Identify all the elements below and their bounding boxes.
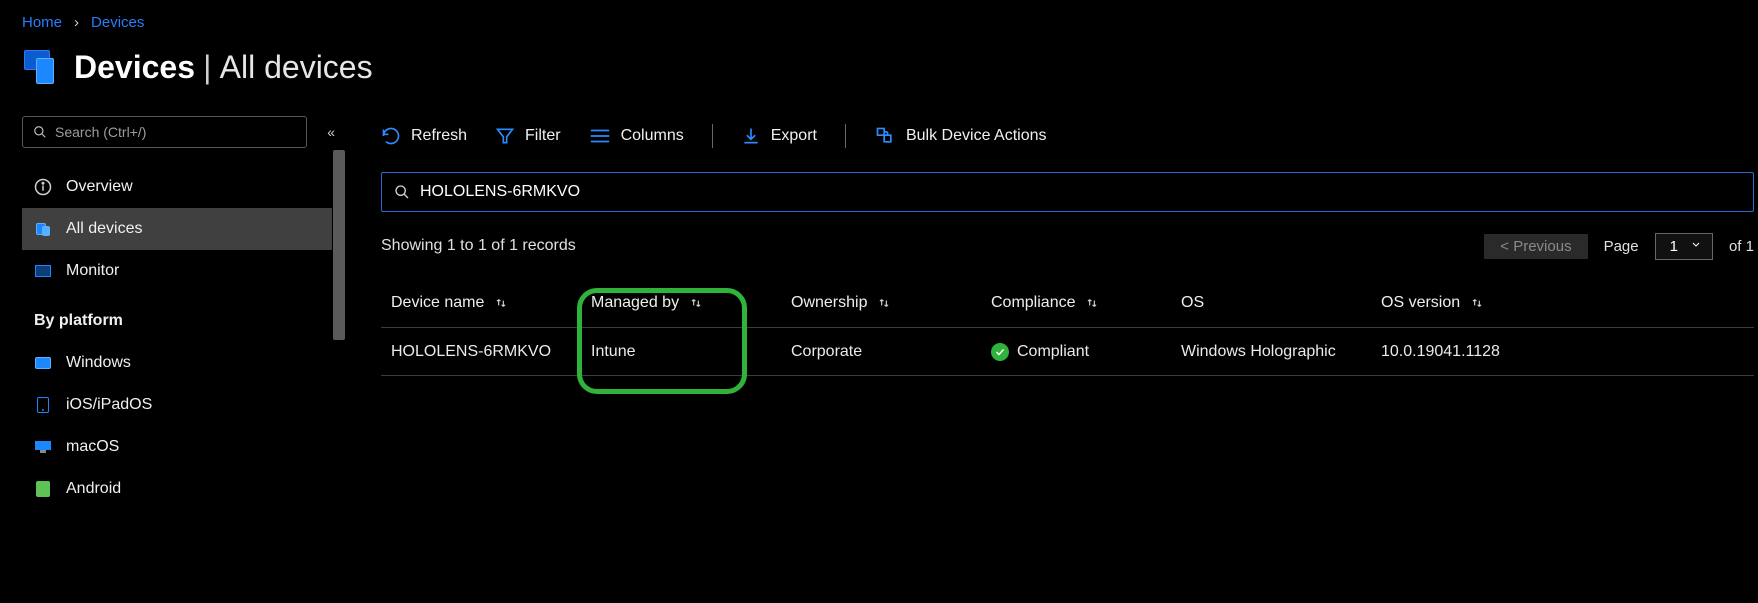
records-status: Showing 1 to 1 of 1 records	[381, 237, 576, 255]
sidebar-item-label: iOS/iPadOS	[66, 396, 152, 414]
sidebar: « Overview All devices Monitor By platfo…	[0, 110, 345, 603]
refresh-label: Refresh	[411, 127, 467, 145]
cell-compliance: Compliant	[991, 343, 1181, 361]
export-button[interactable]: Export	[741, 126, 817, 146]
sidebar-search-input[interactable]	[55, 124, 296, 140]
col-os-version[interactable]: OS version	[1381, 294, 1581, 312]
sort-icon	[492, 296, 510, 310]
sort-icon	[1083, 296, 1101, 310]
breadcrumb-devices[interactable]: Devices	[91, 14, 144, 31]
page-title: Devices | All devices	[0, 36, 1758, 110]
sidebar-item-overview[interactable]: Overview	[22, 166, 332, 208]
chevron-down-icon	[1690, 238, 1702, 255]
sidebar-item-macos[interactable]: macOS	[22, 426, 332, 468]
refresh-button[interactable]: Refresh	[381, 126, 467, 146]
page-title-separator: |	[203, 49, 211, 85]
toolbar-divider	[845, 124, 846, 148]
sidebar-item-label: Monitor	[66, 262, 119, 280]
sidebar-item-label: All devices	[66, 220, 142, 238]
page-title-sub: All devices	[220, 49, 373, 85]
toolbar-divider	[712, 124, 713, 148]
columns-label: Columns	[621, 127, 684, 145]
cell-device-name: HOLOLENS-6RMKVO	[391, 343, 591, 361]
col-device-name[interactable]: Device name	[391, 294, 591, 312]
sidebar-item-monitor[interactable]: Monitor	[22, 250, 332, 292]
bulk-icon	[874, 126, 896, 146]
cell-managed-by: Intune	[591, 343, 791, 361]
table-row[interactable]: HOLOLENS-6RMKVO Intune Corporate Complia…	[381, 328, 1754, 376]
sidebar-item-all-devices[interactable]: All devices	[22, 208, 332, 250]
download-icon	[741, 126, 761, 146]
main-search[interactable]	[381, 172, 1754, 212]
col-label: Device name	[391, 294, 484, 312]
col-label: Compliance	[991, 294, 1075, 312]
sort-icon	[1468, 296, 1486, 310]
breadcrumb-home[interactable]: Home	[22, 14, 62, 31]
sidebar-item-label: Android	[66, 480, 121, 498]
columns-button[interactable]: Columns	[589, 127, 684, 145]
breadcrumb-separator: ›	[74, 14, 79, 31]
col-label: Ownership	[791, 294, 867, 312]
devices-small-icon	[34, 220, 52, 238]
sidebar-item-label: Overview	[66, 178, 133, 196]
export-label: Export	[771, 127, 817, 145]
breadcrumb: Home › Devices	[0, 0, 1758, 36]
filter-label: Filter	[525, 127, 561, 145]
sidebar-search[interactable]	[22, 116, 307, 148]
filter-icon	[495, 126, 515, 146]
tablet-icon	[34, 396, 52, 414]
devices-icon	[22, 48, 60, 86]
page-title-main: Devices	[74, 49, 195, 85]
pager-page-select[interactable]: 1	[1655, 233, 1713, 260]
table-header-row: Device name Managed by Ownership Complia…	[381, 278, 1754, 328]
sort-icon	[687, 296, 705, 310]
windows-icon	[34, 354, 52, 372]
pager: < Previous Page 1 of 1	[1484, 233, 1754, 260]
cell-os: Windows Holographic	[1181, 343, 1381, 361]
pager-page-value: 1	[1670, 238, 1678, 255]
android-icon	[34, 480, 52, 498]
col-managed-by[interactable]: Managed by	[591, 294, 791, 312]
sidebar-item-windows[interactable]: Windows	[22, 342, 332, 384]
col-label: OS	[1181, 294, 1204, 312]
columns-icon	[589, 128, 611, 144]
sidebar-item-android[interactable]: Android	[22, 468, 332, 510]
main-content: Refresh Filter Columns Export Bulk Devic…	[345, 110, 1758, 603]
search-icon	[33, 125, 47, 139]
sidebar-item-ios[interactable]: iOS/iPadOS	[22, 384, 332, 426]
filter-button[interactable]: Filter	[495, 126, 561, 146]
cell-os-version: 10.0.19041.1128	[1381, 343, 1581, 361]
sidebar-collapse-button[interactable]: «	[327, 124, 335, 140]
cell-ownership: Corporate	[791, 343, 991, 361]
col-ownership[interactable]: Ownership	[791, 294, 991, 312]
sidebar-item-label: macOS	[66, 438, 119, 456]
compliant-check-icon	[991, 343, 1009, 361]
sidebar-item-label: Windows	[66, 354, 131, 372]
main-search-input[interactable]	[420, 183, 1741, 201]
sort-icon	[875, 296, 893, 310]
compliance-text: Compliant	[1017, 343, 1089, 361]
bulk-actions-button[interactable]: Bulk Device Actions	[874, 126, 1047, 146]
info-icon	[34, 178, 52, 196]
sidebar-section-by-platform: By platform	[22, 292, 345, 342]
col-os[interactable]: OS	[1181, 294, 1381, 312]
pager-of-label: of 1	[1729, 238, 1754, 255]
col-compliance[interactable]: Compliance	[991, 294, 1181, 312]
col-label: Managed by	[591, 294, 679, 312]
imac-icon	[34, 438, 52, 456]
toolbar: Refresh Filter Columns Export Bulk Devic…	[381, 110, 1754, 162]
devices-table: Device name Managed by Ownership Complia…	[381, 278, 1754, 376]
pager-prev-button[interactable]: < Previous	[1484, 234, 1587, 259]
search-icon	[394, 184, 410, 200]
col-label: OS version	[1381, 294, 1460, 312]
monitor-icon	[34, 262, 52, 280]
bulk-label: Bulk Device Actions	[906, 127, 1047, 145]
sidebar-scrollbar[interactable]	[333, 150, 345, 500]
refresh-icon	[381, 126, 401, 146]
pager-page-label: Page	[1604, 238, 1639, 255]
